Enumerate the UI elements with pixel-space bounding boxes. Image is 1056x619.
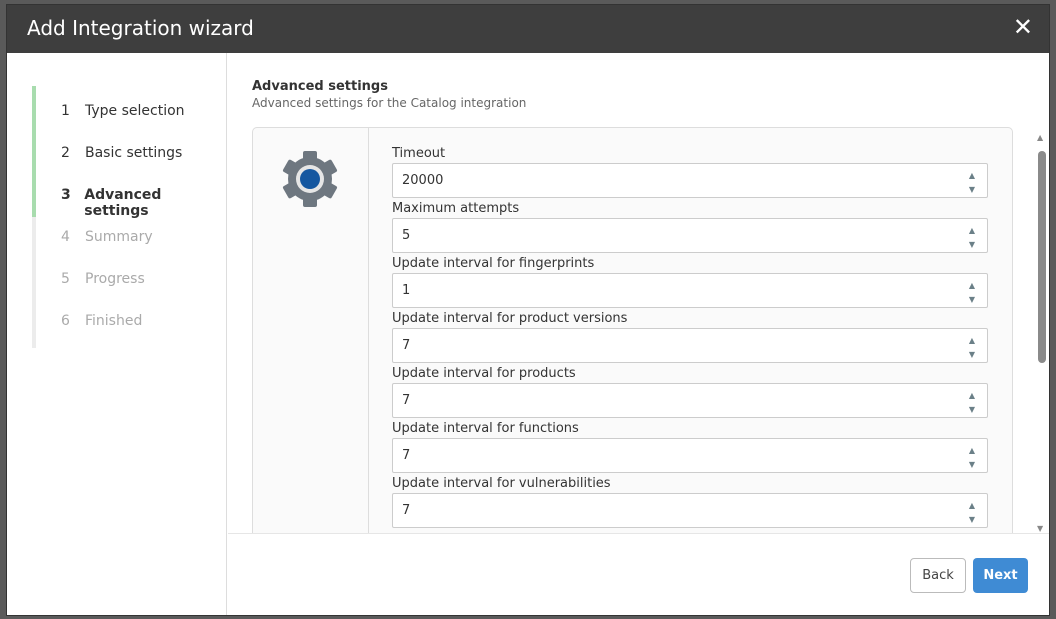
step-number: 5: [61, 271, 70, 287]
wizard-step[interactable]: 6 Finished: [61, 313, 142, 329]
settings-form: Timeout 20000 ▲ ▼ Maximum attempts 5 ▲ ▼ Update …: [392, 146, 988, 531]
number-stepper[interactable]: ▲ ▼: [969, 444, 975, 472]
step-number: 2: [61, 145, 70, 161]
step-content: Advanced settings Advanced settings for …: [228, 53, 1049, 533]
scrollbar[interactable]: ▲ ▼: [1037, 133, 1047, 533]
input-value: 7: [402, 393, 411, 408]
wizard-step[interactable]: 1 Type selection: [61, 103, 185, 119]
field-label: Maximum attempts: [392, 201, 520, 216]
input-value: 5: [402, 228, 411, 243]
field-label: Update interval for vulnerabilities: [392, 476, 611, 491]
input-value: 20000: [402, 173, 444, 188]
increment-icon[interactable]: ▲: [969, 224, 975, 238]
wizard-dialog: Add Integration wizard ✕ 1 Type selection…: [6, 4, 1050, 616]
field-label: Timeout: [392, 146, 446, 161]
number-input[interactable]: 20000 ▲ ▼: [392, 163, 988, 198]
decrement-icon[interactable]: ▼: [969, 458, 975, 472]
field-label: Update interval for fingerprints: [392, 256, 595, 271]
input-value: 7: [402, 448, 411, 463]
increment-icon[interactable]: ▲: [969, 444, 975, 458]
increment-icon[interactable]: ▲: [969, 389, 975, 403]
number-stepper[interactable]: ▲ ▼: [969, 279, 975, 307]
input-value: 7: [402, 503, 411, 518]
decrement-icon[interactable]: ▼: [969, 513, 975, 527]
settings-card: Timeout 20000 ▲ ▼ Maximum attempts 5 ▲ ▼ Update …: [252, 127, 1013, 533]
field-label: Update interval for product versions: [392, 311, 628, 326]
increment-icon[interactable]: ▲: [969, 334, 975, 348]
input-value: 7: [402, 338, 411, 353]
dialog-header: Add Integration wizard ✕: [7, 5, 1049, 53]
scrollbar-thumb[interactable]: [1038, 151, 1046, 363]
back-button[interactable]: Back: [910, 558, 966, 593]
close-icon[interactable]: ✕: [1013, 13, 1033, 41]
number-stepper[interactable]: ▲ ▼: [969, 169, 975, 197]
number-input[interactable]: 5 ▲ ▼: [392, 218, 988, 253]
field-label: Update interval for functions: [392, 421, 579, 436]
dialog-title: Add Integration wizard: [27, 16, 254, 40]
wizard-step[interactable]: 3 Advanced settings: [61, 187, 226, 219]
step-progress-bar: [32, 86, 36, 348]
decrement-icon[interactable]: ▼: [969, 403, 975, 417]
step-number: 1: [61, 103, 70, 119]
form-field: Update interval for fingerprints 1 ▲ ▼: [392, 256, 988, 311]
form-field: Update interval for functions 7 ▲ ▼: [392, 421, 988, 476]
number-input[interactable]: 7 ▲ ▼: [392, 328, 988, 363]
number-input[interactable]: 7 ▲ ▼: [392, 383, 988, 418]
step-label: Finished: [85, 313, 143, 329]
step-number: 3: [61, 187, 71, 203]
form-field: Update interval for product versions 7 ▲ ▼: [392, 311, 988, 366]
step-number: 6: [61, 313, 70, 329]
gear-icon: [282, 151, 338, 207]
number-input[interactable]: 7 ▲ ▼: [392, 438, 988, 473]
step-label: Summary: [85, 229, 153, 245]
input-value: 1: [402, 283, 411, 298]
wizard-steps: 1 Type selection 2 Basic settings 3 Advanced …: [7, 53, 227, 615]
field-label: Update interval for products: [392, 366, 576, 381]
form-field: Maximum attempts 5 ▲ ▼: [392, 201, 988, 256]
form-field: Update interval for vulnerabilities 7 ▲ ▼: [392, 476, 988, 531]
wizard-step[interactable]: 2 Basic settings: [61, 145, 182, 161]
decrement-icon[interactable]: ▼: [969, 348, 975, 362]
number-input[interactable]: 7 ▲ ▼: [392, 493, 988, 528]
section-title: Advanced settings: [252, 79, 388, 94]
step-label: Advanced settings: [84, 187, 162, 219]
decrement-icon[interactable]: ▼: [969, 238, 975, 252]
number-stepper[interactable]: ▲ ▼: [969, 389, 975, 417]
step-label: Basic settings: [85, 145, 183, 161]
increment-icon[interactable]: ▲: [969, 499, 975, 513]
decrement-icon[interactable]: ▼: [969, 183, 975, 197]
dialog-footer: Back Next: [228, 533, 1049, 615]
number-input[interactable]: 1 ▲ ▼: [392, 273, 988, 308]
number-stepper[interactable]: ▲ ▼: [969, 334, 975, 362]
wizard-step[interactable]: 4 Summary: [61, 229, 153, 245]
wizard-step[interactable]: 5 Progress: [61, 271, 145, 287]
increment-icon[interactable]: ▲: [969, 279, 975, 293]
form-field: Timeout 20000 ▲ ▼: [392, 146, 988, 201]
section-subtitle: Advanced settings for the Catalog integr…: [252, 96, 527, 110]
decrement-icon[interactable]: ▼: [969, 293, 975, 307]
step-label: Type selection: [85, 103, 185, 119]
form-field: Update interval for products 7 ▲ ▼: [392, 366, 988, 421]
next-button[interactable]: Next: [973, 558, 1028, 593]
increment-icon[interactable]: ▲: [969, 169, 975, 183]
number-stepper[interactable]: ▲ ▼: [969, 224, 975, 252]
step-label: Progress: [85, 271, 145, 287]
number-stepper[interactable]: ▲ ▼: [969, 499, 975, 527]
step-number: 4: [61, 229, 70, 245]
